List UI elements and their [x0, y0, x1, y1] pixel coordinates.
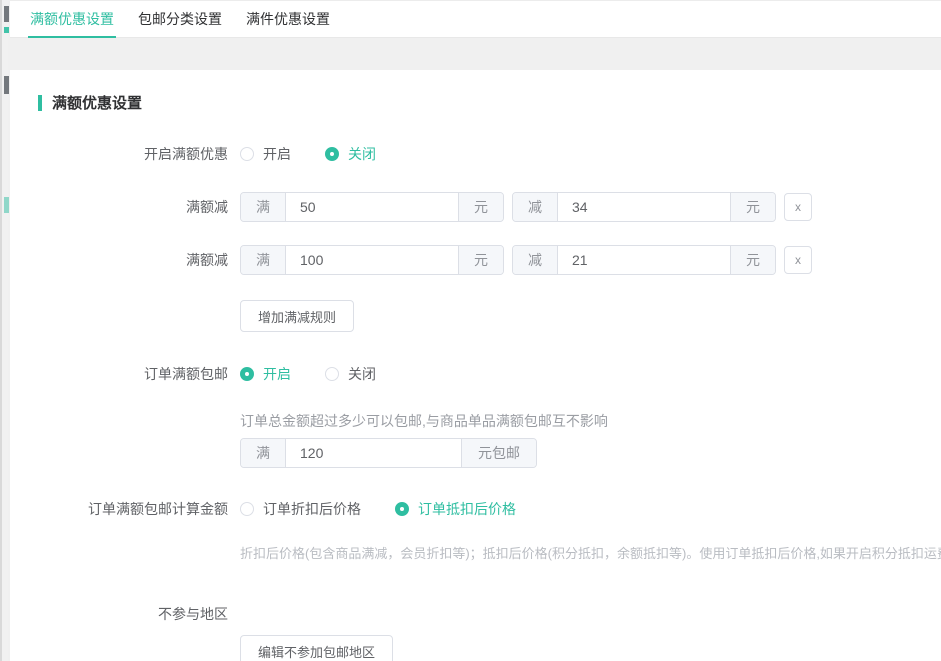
discount-rule-row: 满额减 满 元 减 元 x [10, 245, 941, 275]
rule-row-label: 满额减 [10, 197, 240, 217]
radio-shipping-off[interactable]: 关闭 [325, 364, 376, 384]
section-accent-bar [38, 95, 42, 111]
sidebar-edge-fragment [4, 27, 9, 33]
threshold-input-group: 满 元 [240, 192, 504, 222]
suffix-yuan: 元 [730, 246, 775, 274]
sidebar-edge [0, 0, 8, 661]
radio-circle [240, 502, 254, 516]
section-title: 满额优惠设置 [38, 92, 941, 113]
discount-input-group: 减 元 [512, 245, 776, 275]
radio-label: 关闭 [348, 144, 376, 164]
rule1-remove-button[interactable]: x [784, 193, 812, 221]
row-excluded-region: 不参与地区 [10, 604, 941, 624]
row-add-rule: 增加满减规则 [10, 300, 941, 332]
radio-circle [395, 502, 409, 516]
excluded-region-label: 不参与地区 [10, 604, 240, 624]
suffix-yuan: 元 [458, 193, 503, 221]
calc-amount-label: 订单满额包邮计算金额 [10, 499, 240, 519]
radio-deducted-price[interactable]: 订单抵扣后价格 [395, 499, 516, 519]
row-shipping-hint: 订单总金额超过多少可以包邮,与商品单品满额包邮互不影响 [10, 411, 941, 431]
tab-free-shipping-category[interactable]: 包邮分类设置 [136, 1, 224, 37]
shipping-hint-text: 订单总金额超过多少可以包邮,与商品单品满额包邮互不影响 [240, 411, 608, 431]
page: 满额优惠设置 包邮分类设置 满件优惠设置 满额优惠设置 开启满额优惠 开启 关闭 [10, 0, 941, 661]
calc-hint-text: 折扣后价格(包含商品满减，会员折扣等)；抵扣后价格(积分抵扣，余额抵扣等)。使用… [240, 543, 941, 562]
radio-circle [240, 147, 254, 161]
radio-circle [240, 367, 254, 381]
tab-quantity-discount[interactable]: 满件优惠设置 [244, 1, 332, 37]
tab-full-amount-discount[interactable]: 满额优惠设置 [28, 1, 116, 37]
add-rule-button[interactable]: 增加满减规则 [240, 300, 354, 332]
radio-enable-on[interactable]: 开启 [240, 144, 291, 164]
radio-circle [325, 147, 339, 161]
order-free-shipping-label: 订单满额包邮 [10, 364, 240, 384]
radio-label: 开启 [263, 144, 291, 164]
radio-label: 订单抵扣后价格 [418, 499, 516, 519]
threshold-input-group: 满 元 [240, 245, 504, 275]
rule1-threshold-input[interactable] [286, 193, 458, 221]
rule2-remove-button[interactable]: x [784, 246, 812, 274]
row-shipping-threshold: 满 元包邮 [10, 438, 941, 468]
settings-panel: 满额优惠设置 开启满额优惠 开启 关闭 满额减 满 [10, 70, 941, 661]
sidebar-edge-fragment [4, 6, 9, 22]
row-edit-region: 编辑不参加包邮地区 [10, 635, 941, 661]
row-order-free-shipping: 订单满额包邮 开启 关闭 [10, 364, 941, 384]
suffix-yuan: 元 [458, 246, 503, 274]
suffix-yuan: 元 [730, 193, 775, 221]
discount-input-group: 减 元 [512, 192, 776, 222]
radio-discounted-price[interactable]: 订单折扣后价格 [240, 499, 361, 519]
row-enable-discount: 开启满额优惠 开启 关闭 [10, 144, 941, 164]
rule-row-label: 满额减 [10, 250, 240, 270]
radio-circle [325, 367, 339, 381]
shipping-threshold-group: 满 元包邮 [240, 438, 537, 468]
radio-label: 订单折扣后价格 [263, 499, 361, 519]
prefix-jian: 减 [513, 193, 558, 221]
radio-label: 开启 [263, 364, 291, 384]
tab-bar: 满额优惠设置 包邮分类设置 满件优惠设置 [10, 0, 941, 38]
radio-enable-off[interactable]: 关闭 [325, 144, 376, 164]
edit-region-button[interactable]: 编辑不参加包邮地区 [240, 635, 393, 661]
discount-rule-row: 满额减 满 元 减 元 x [10, 192, 941, 222]
prefix-man: 满 [241, 246, 286, 274]
section-title-text: 满额优惠设置 [52, 92, 142, 113]
rule1-discount-input[interactable] [558, 193, 730, 221]
radio-shipping-on[interactable]: 开启 [240, 364, 291, 384]
prefix-man: 满 [241, 193, 286, 221]
sidebar-edge-fragment [4, 197, 9, 213]
shipping-threshold-input[interactable] [286, 439, 461, 467]
background-gap [10, 38, 941, 70]
suffix-yuan-free-shipping: 元包邮 [461, 439, 536, 467]
sidebar-edge-fragment [4, 76, 9, 94]
radio-label: 关闭 [348, 364, 376, 384]
row-calc-hint: 折扣后价格(包含商品满减，会员折扣等)；抵扣后价格(积分抵扣，余额抵扣等)。使用… [10, 543, 941, 562]
rule2-discount-input[interactable] [558, 246, 730, 274]
prefix-man: 满 [241, 439, 286, 467]
rule2-threshold-input[interactable] [286, 246, 458, 274]
prefix-jian: 减 [513, 246, 558, 274]
row-calc-amount: 订单满额包邮计算金额 订单折扣后价格 订单抵扣后价格 [10, 499, 941, 519]
enable-discount-label: 开启满额优惠 [10, 144, 240, 164]
